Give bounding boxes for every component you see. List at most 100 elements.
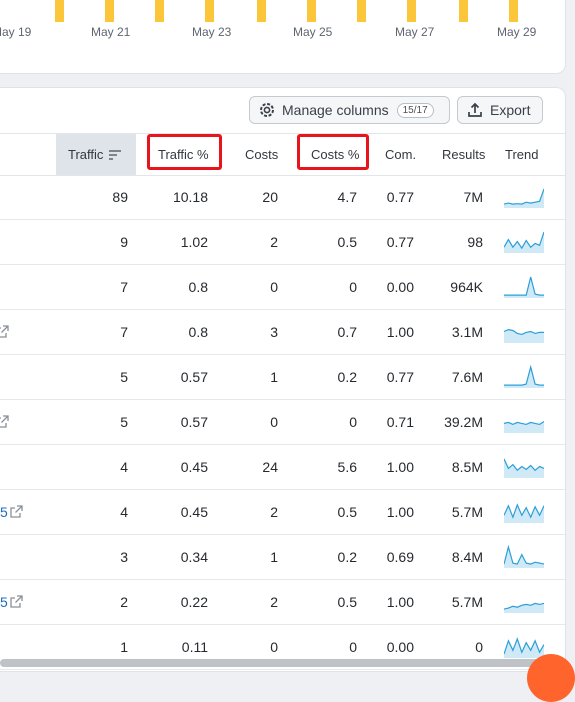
cell-results: 964K — [450, 278, 483, 295]
cell-traffic-percent: 0.57 — [180, 368, 208, 385]
x-axis-date: May 29 — [497, 25, 537, 39]
keyword-link-fragment[interactable]: 5 — [0, 489, 23, 534]
traffic-chart-panel: May 19 May 21 May 23 May 25 May 27 May 2… — [0, 0, 566, 74]
table-row[interactable]: 5 2 0.22 2 0.5 1.00 5.7M — [0, 579, 565, 625]
chart-bar — [407, 0, 416, 22]
table-row[interactable]: 89 10.18 20 4.7 0.77 7M — [0, 174, 565, 220]
x-axis-date: May 21 — [91, 25, 131, 39]
cell-traffic: 4 — [120, 458, 128, 475]
trend-sparkline — [504, 365, 544, 388]
cell-traffic: 5 — [120, 368, 128, 385]
external-link-icon[interactable] — [0, 415, 9, 428]
cell-costs-percent: 0.5 — [337, 503, 357, 520]
cell-traffic: 89 — [112, 188, 128, 205]
trend-sparkline — [504, 188, 544, 208]
trend-sparkline — [504, 503, 544, 523]
chart-bar — [509, 0, 518, 22]
table-row[interactable]: 3 0.34 1 0.2 0.69 8.4M — [0, 534, 565, 580]
cell-traffic: 9 — [120, 233, 128, 250]
chart-bar — [257, 0, 266, 22]
column-label: Traffic — [68, 147, 104, 162]
cell-traffic: 7 — [120, 278, 128, 295]
cell-com: 1.00 — [386, 593, 414, 610]
external-link-icon[interactable] — [10, 595, 23, 608]
cell-costs-percent: 0.2 — [337, 548, 357, 565]
trend-sparkline — [504, 231, 544, 253]
cell-results: 5.7M — [451, 593, 483, 610]
cell-results: 7M — [463, 188, 483, 205]
column-header-results[interactable]: Results — [442, 134, 485, 175]
cell-results: 5.7M — [451, 503, 483, 520]
highlight-traffic-percent — [147, 134, 222, 170]
cell-costs: 24 — [262, 458, 278, 475]
cell-com: 1.00 — [386, 323, 414, 340]
table-header: Traffic Traffic % Costs Costs % Com. Res… — [0, 133, 565, 176]
x-axis-date: May 25 — [293, 25, 333, 39]
cell-com: 0.77 — [386, 233, 414, 250]
cell-costs-percent: 0.5 — [337, 233, 357, 250]
column-header-com[interactable]: Com. — [385, 134, 416, 175]
cell-costs-percent: 0 — [349, 413, 357, 430]
column-header-trend[interactable]: Trend — [505, 134, 538, 175]
cell-com: 1.00 — [386, 503, 414, 520]
table-row[interactable]: 5 0.57 1 0.2 0.77 7.6M — [0, 354, 565, 400]
column-header-traffic[interactable]: Traffic — [56, 134, 136, 175]
cell-traffic: 7 — [120, 323, 128, 340]
cell-results: 8.5M — [451, 458, 483, 475]
manage-columns-label: Manage columns — [282, 102, 389, 118]
export-button[interactable]: Export — [457, 96, 543, 124]
cell-costs-percent: 0.5 — [337, 593, 357, 610]
chat-launcher-button[interactable] — [527, 654, 575, 702]
export-icon — [466, 101, 484, 119]
table-row[interactable]: 9 1.02 2 0.5 0.77 98 — [0, 219, 565, 265]
trend-sparkline — [504, 637, 544, 658]
cell-costs: 1 — [270, 368, 278, 385]
x-axis-date: May 23 — [192, 25, 232, 39]
chart-bar — [307, 0, 316, 22]
table-row[interactable]: 5 4 0.45 2 0.5 1.00 5.7M — [0, 489, 565, 535]
cell-traffic-percent: 0.45 — [180, 503, 208, 520]
cell-costs: 1 — [270, 548, 278, 565]
external-link-icon[interactable] — [10, 505, 23, 518]
manage-columns-button[interactable]: Manage columns 15/17 — [249, 96, 450, 124]
table-row[interactable]: 7 0.8 3 0.7 1.00 3.1M — [0, 309, 565, 355]
cell-com: 0.77 — [386, 368, 414, 385]
trend-sparkline — [504, 328, 544, 343]
cell-traffic: 3 — [120, 548, 128, 565]
cell-costs: 2 — [270, 233, 278, 250]
horizontal-scrollbar[interactable] — [0, 659, 560, 667]
sort-icon — [109, 149, 122, 160]
cell-traffic-percent: 0.57 — [180, 413, 208, 430]
chart-bar — [105, 0, 114, 22]
cell-costs-percent: 5.6 — [337, 458, 357, 475]
keyword-link-fragment[interactable]: 5 — [0, 579, 23, 624]
cell-costs: 2 — [270, 593, 278, 610]
cell-costs: 0 — [270, 278, 278, 295]
keyword-link-fragment[interactable] — [0, 309, 9, 354]
keyword-text: 5 — [0, 593, 8, 610]
cell-costs-percent: 0 — [349, 278, 357, 295]
keyword-link-fragment[interactable] — [0, 399, 9, 444]
cell-traffic: 4 — [120, 503, 128, 520]
table-row[interactable]: 5 0.57 0 0 0.71 39.2M — [0, 399, 565, 445]
column-header-costs[interactable]: Costs — [245, 134, 278, 175]
cell-costs: 2 — [270, 503, 278, 520]
export-label: Export — [490, 102, 531, 118]
cell-results: 39.2M — [444, 413, 483, 430]
external-link-icon[interactable] — [0, 325, 9, 338]
trend-sparkline — [504, 458, 544, 478]
cell-results: 98 — [467, 233, 483, 250]
chart-bar — [205, 0, 214, 22]
cell-com: 0.69 — [386, 548, 414, 565]
table-row[interactable]: 4 0.45 24 5.6 1.00 8.5M — [0, 444, 565, 490]
keyword-text: 5 — [0, 503, 8, 520]
cell-com: 0.77 — [386, 188, 414, 205]
x-axis-date: May 27 — [395, 25, 435, 39]
cell-com: 0.71 — [386, 413, 414, 430]
chart-bar — [55, 0, 64, 22]
trend-sparkline — [504, 276, 544, 298]
table-row[interactable]: 7 0.8 0 0 0.00 964K — [0, 264, 565, 310]
highlight-costs-percent — [297, 134, 369, 170]
cell-results: 7.6M — [451, 368, 483, 385]
cell-traffic-percent: 10.18 — [172, 188, 208, 205]
